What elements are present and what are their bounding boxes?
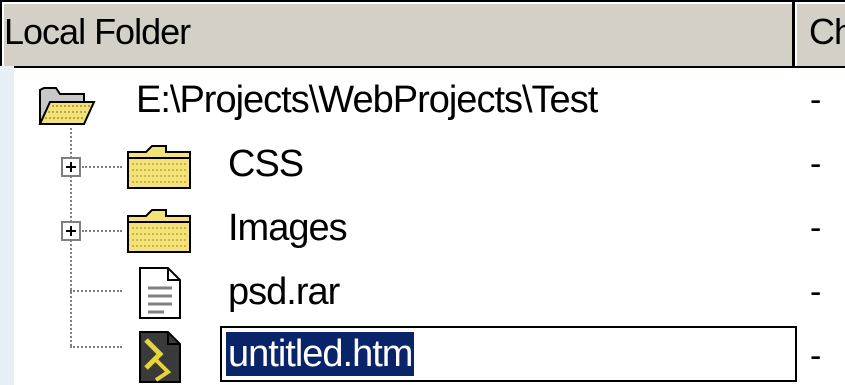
- checked-out-status: -: [810, 145, 822, 183]
- document-icon: [139, 267, 181, 319]
- column-header-local-folder[interactable]: Local Folder: [2, 2, 795, 66]
- tree-row-psd-rar[interactable]: psd.rar -: [2, 260, 845, 324]
- panel-left-edge: [0, 66, 14, 385]
- tree-row-images[interactable]: Images -: [2, 196, 845, 260]
- folder-icon: [127, 145, 191, 189]
- checked-out-status: -: [810, 337, 822, 375]
- tree-row-root[interactable]: E:\Projects\WebProjects\Test -: [2, 68, 845, 132]
- checked-out-status: -: [810, 209, 822, 247]
- file-tree: E:\Projects\WebProjects\Test - CSS - Ima…: [2, 68, 845, 385]
- tree-row-label: Images: [228, 207, 348, 249]
- tree-row-label: E:\Projects\WebProjects\Test: [136, 79, 598, 121]
- rename-input[interactable]: untitled.htm: [220, 326, 797, 382]
- tree-row-css[interactable]: CSS -: [2, 132, 845, 196]
- expand-toggle-icon[interactable]: [61, 157, 81, 177]
- rename-selected-text[interactable]: untitled.htm: [226, 332, 415, 376]
- checked-out-status: -: [810, 81, 822, 119]
- open-folder-icon: [38, 87, 96, 125]
- column-header-checked-out[interactable]: Ch: [795, 2, 845, 66]
- folder-icon: [127, 209, 191, 253]
- tree-row-untitled-htm[interactable]: untitled.htm -: [2, 324, 845, 385]
- html-file-icon: [139, 331, 181, 383]
- tree-row-label: CSS: [228, 143, 304, 185]
- tree-row-label: psd.rar: [228, 271, 340, 313]
- expand-toggle-icon[interactable]: [61, 221, 81, 241]
- file-panel: Local Folder Ch E:\Projects\WebProjects\…: [0, 0, 845, 385]
- checked-out-status: -: [810, 273, 822, 311]
- column-header-bar: Local Folder Ch: [2, 2, 845, 68]
